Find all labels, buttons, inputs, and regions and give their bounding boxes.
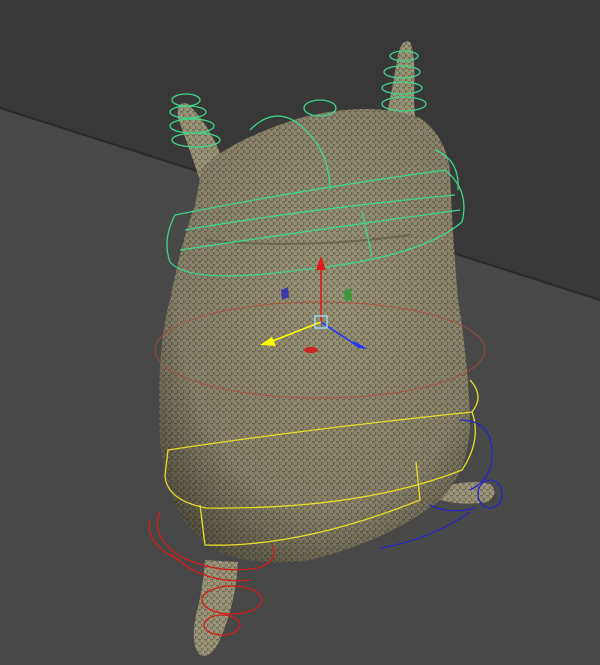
viewport-canvas[interactable] — [0, 0, 600, 665]
3d-viewport[interactable] — [0, 0, 600, 665]
xz-plane-handle-icon[interactable] — [304, 347, 318, 353]
